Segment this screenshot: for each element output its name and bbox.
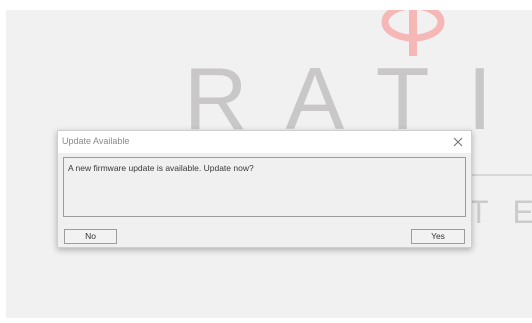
dialog-titlebar[interactable]: Update Available xyxy=(58,131,471,153)
no-button[interactable]: No xyxy=(64,229,117,244)
logo-text-line-2: TE xyxy=(469,194,532,230)
close-button[interactable] xyxy=(451,135,465,149)
message-panel: A new firmware update is available. Upda… xyxy=(63,157,466,217)
yes-button[interactable]: Yes xyxy=(411,229,465,244)
close-icon xyxy=(453,137,463,147)
dialog-title: Update Available xyxy=(62,136,130,146)
logo-divider xyxy=(468,174,532,176)
update-dialog: Update Available A new firmware update i… xyxy=(57,130,472,248)
dialog-message: A new firmware update is available. Upda… xyxy=(68,163,254,173)
